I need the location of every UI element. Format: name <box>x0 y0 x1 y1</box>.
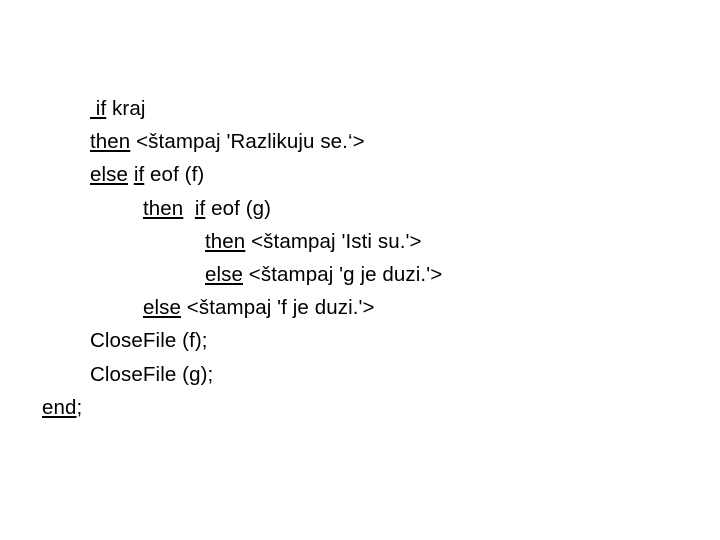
code-line: then <štampaj 'Razlikuju se.‘> <box>0 125 720 158</box>
code-keyword: end <box>42 395 77 419</box>
code-keyword: if <box>133 163 145 187</box>
code-text: <štampaj 'g je duzi.'> <box>243 262 443 286</box>
code-line: CloseFile (g); <box>0 358 720 391</box>
code-line: CloseFile (f); <box>0 324 720 357</box>
pseudocode-block: if kraj then <štampaj 'Razlikuju se.‘> els… <box>0 92 720 424</box>
code-keyword: else <box>90 163 129 187</box>
code-keyword: then <box>143 196 184 220</box>
code-line: then if eof (g) <box>0 192 720 225</box>
code-text: CloseFile (f); <box>90 329 208 353</box>
code-text: kraj <box>106 97 146 120</box>
code-line: then <štampaj 'Isti su.'> <box>0 225 720 258</box>
code-line: end; <box>0 391 720 424</box>
code-text: <štampaj 'Isti su.'> <box>245 229 422 253</box>
code-text: eof (g) <box>205 196 272 220</box>
code-text: ; <box>76 395 83 419</box>
code-keyword: then <box>205 229 246 253</box>
code-keyword: else <box>205 262 244 286</box>
code-text: <štampaj 'Razlikuju se.‘> <box>130 130 365 154</box>
code-keyword: else <box>143 296 182 320</box>
code-text: <štampaj 'f je duzi.'> <box>181 296 375 320</box>
code-text: CloseFile (g); <box>90 362 214 386</box>
code-line: else <štampaj 'f je duzi.'> <box>0 291 720 324</box>
code-line: else <štampaj 'g je duzi.'> <box>0 258 720 291</box>
code-keyword: then <box>90 130 131 154</box>
code-text: eof (f) <box>144 163 205 187</box>
slide-canvas: if kraj then <štampaj 'Razlikuju se.‘> els… <box>0 0 720 540</box>
code-line: if kraj <box>0 92 720 125</box>
code-keyword: if <box>194 196 206 220</box>
code-keyword: if <box>90 97 107 120</box>
code-line: else if eof (f) <box>0 158 720 191</box>
